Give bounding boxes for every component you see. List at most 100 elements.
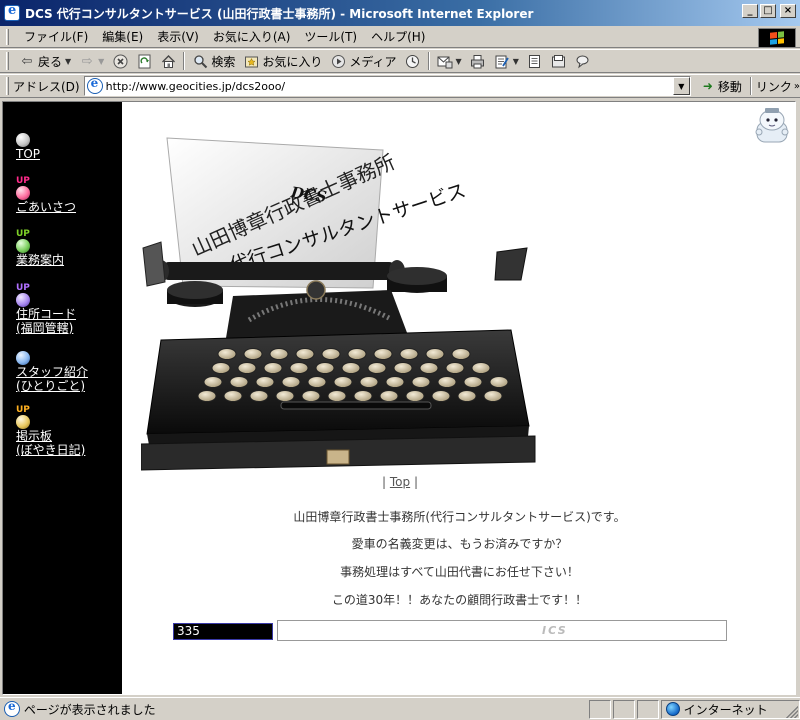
back-label: 戻る xyxy=(38,54,63,69)
forward-button[interactable]: ⇨ ▼ xyxy=(75,51,108,71)
url-input[interactable] xyxy=(105,79,690,93)
home-icon xyxy=(160,53,176,69)
sidebar-item-bbs[interactable]: UP 掲示板 (ぼやき日記) xyxy=(16,406,85,457)
status-pane xyxy=(636,699,659,719)
security-zone[interactable]: インターネット xyxy=(660,699,800,719)
refresh-icon xyxy=(136,53,152,69)
history-button[interactable] xyxy=(401,51,425,71)
sidebar-item-greeting[interactable]: UP ごあいさつ xyxy=(16,177,76,214)
banner-box[interactable]: ICS xyxy=(277,620,727,641)
menu-help[interactable]: ヘルプ(H) xyxy=(364,26,432,47)
typewriter-key xyxy=(457,390,477,402)
typewriter-key xyxy=(399,348,419,360)
typewriter-key xyxy=(275,390,295,402)
favorites-button[interactable]: お気に入り xyxy=(239,51,326,71)
windows-logo-icon xyxy=(758,28,796,48)
typewriter-key xyxy=(281,376,301,388)
typewriter-key xyxy=(353,390,373,402)
typewriter-key xyxy=(385,376,405,388)
menu-tools[interactable]: ツール(T) xyxy=(297,26,364,47)
typewriter-key xyxy=(341,362,361,374)
sidebar-link-greeting[interactable]: ごあいさつ xyxy=(16,200,76,214)
up-badge-icon: UP xyxy=(16,229,30,239)
forward-dropdown-icon[interactable]: ▼ xyxy=(98,57,104,66)
go-button[interactable]: ➜ 移動 xyxy=(701,78,742,95)
sidebar-link-top[interactable]: TOP xyxy=(16,147,40,161)
sidebar-item-top[interactable]: TOP xyxy=(16,133,40,161)
sidebar-item-staff[interactable]: スタッフ紹介 (ひとりごと) xyxy=(16,351,88,393)
print-button[interactable] xyxy=(466,51,490,71)
back-button[interactable]: ⇦ 戻る ▼ xyxy=(15,51,75,71)
typewriter-key xyxy=(431,390,451,402)
address-dropdown-icon[interactable]: ▼ xyxy=(672,77,690,95)
typewriter-key xyxy=(249,390,269,402)
links-button[interactable]: リンク xyxy=(756,78,792,95)
typewriter-key xyxy=(367,362,387,374)
typewriter-key xyxy=(203,376,223,388)
menu-file[interactable]: ファイル(F) xyxy=(17,26,95,47)
typewriter-key xyxy=(197,390,217,402)
mail-dropdown-icon[interactable]: ▼ xyxy=(456,57,462,66)
typewriter-key xyxy=(301,390,321,402)
sidebar-item-address-code[interactable]: UP 住所コード (福岡管轄) xyxy=(16,284,76,335)
edit-dropdown-icon[interactable]: ▼ xyxy=(513,57,519,66)
messenger-button[interactable] xyxy=(571,51,595,71)
home-button[interactable] xyxy=(156,51,180,71)
title-bar: DCS 代行コンサルタントサービス (山田行政書士事務所) - Microsof… xyxy=(0,0,800,26)
edit-button[interactable]: ▼ xyxy=(490,51,523,71)
up-badge-icon: UP xyxy=(16,176,30,186)
page-viewport[interactable]: TOP UP ごあいさつ UP 業務案内 UP 住所コード (福岡管轄) スタッ… xyxy=(2,101,796,695)
sidebar-link-bbs[interactable]: 掲示板 xyxy=(16,429,85,443)
menu-view[interactable]: 表示(V) xyxy=(150,26,206,47)
top-link[interactable]: Top xyxy=(390,475,410,489)
toolbar-grip[interactable] xyxy=(6,52,9,70)
close-button[interactable]: × xyxy=(780,4,796,18)
sidebar-link-staff-sub[interactable]: (ひとりごと) xyxy=(16,379,88,393)
history-icon xyxy=(405,53,421,69)
refresh-button[interactable] xyxy=(132,51,156,71)
menu-edit[interactable]: 編集(E) xyxy=(95,26,150,47)
green-ball-icon xyxy=(16,239,30,253)
sidebar-link-address-code-sub[interactable]: (福岡管轄) xyxy=(16,321,76,335)
menu-favorites[interactable]: お気に入り(A) xyxy=(206,26,298,47)
media-icon xyxy=(330,53,346,69)
research-button[interactable] xyxy=(547,51,571,71)
media-button[interactable]: メディア xyxy=(326,51,400,71)
window-title: DCS 代行コンサルタントサービス (山田行政書士事務所) - Microsof… xyxy=(25,6,534,21)
back-dropdown-icon[interactable]: ▼ xyxy=(65,57,71,66)
typewriter-key xyxy=(373,348,393,360)
blue-ball-icon xyxy=(16,351,30,365)
typewriter-key xyxy=(217,348,237,360)
sidebar-item-services[interactable]: UP 業務案内 xyxy=(16,230,64,267)
typewriter-key xyxy=(243,348,263,360)
discuss-button[interactable] xyxy=(523,51,547,71)
print-icon xyxy=(470,53,486,69)
sidebar-link-bbs-sub[interactable]: (ぼやき日記) xyxy=(16,443,85,457)
stop-button[interactable] xyxy=(108,51,132,71)
globe-icon xyxy=(665,702,680,716)
sidebar-link-address-code[interactable]: 住所コード xyxy=(16,307,76,321)
resize-grip[interactable] xyxy=(786,706,798,718)
typewriter-key xyxy=(489,376,509,388)
page-icon xyxy=(86,76,103,94)
search-label: 検索 xyxy=(211,54,236,69)
chevron-right-icon[interactable]: » xyxy=(794,81,800,92)
favorites-icon xyxy=(243,53,259,69)
address-grip[interactable] xyxy=(6,77,9,95)
message-line-2: 愛車の名義変更は、もうお済みですか？ xyxy=(351,537,568,551)
sidebar-link-services[interactable]: 業務案内 xyxy=(16,253,64,267)
go-label: 移動 xyxy=(717,79,742,94)
access-counter: 335 xyxy=(173,623,273,640)
sidebar-link-staff[interactable]: スタッフ紹介 xyxy=(16,365,88,379)
minimize-button[interactable]: _ xyxy=(742,4,758,18)
menu-grip[interactable] xyxy=(6,28,9,45)
typewriter-key xyxy=(393,362,413,374)
typewriter-key xyxy=(359,376,379,388)
maximize-button[interactable]: □ xyxy=(760,4,776,18)
mail-button[interactable]: ▼ xyxy=(433,51,466,71)
typewriter-key xyxy=(263,362,283,374)
toolbar-separator xyxy=(183,52,186,70)
standard-toolbar: ⇦ 戻る ▼ ⇨ ▼ 検索 お気に入り メディア ▼ ▼ xyxy=(0,49,800,73)
search-button[interactable]: 検索 xyxy=(188,51,239,71)
address-field[interactable]: ▼ xyxy=(83,76,691,96)
